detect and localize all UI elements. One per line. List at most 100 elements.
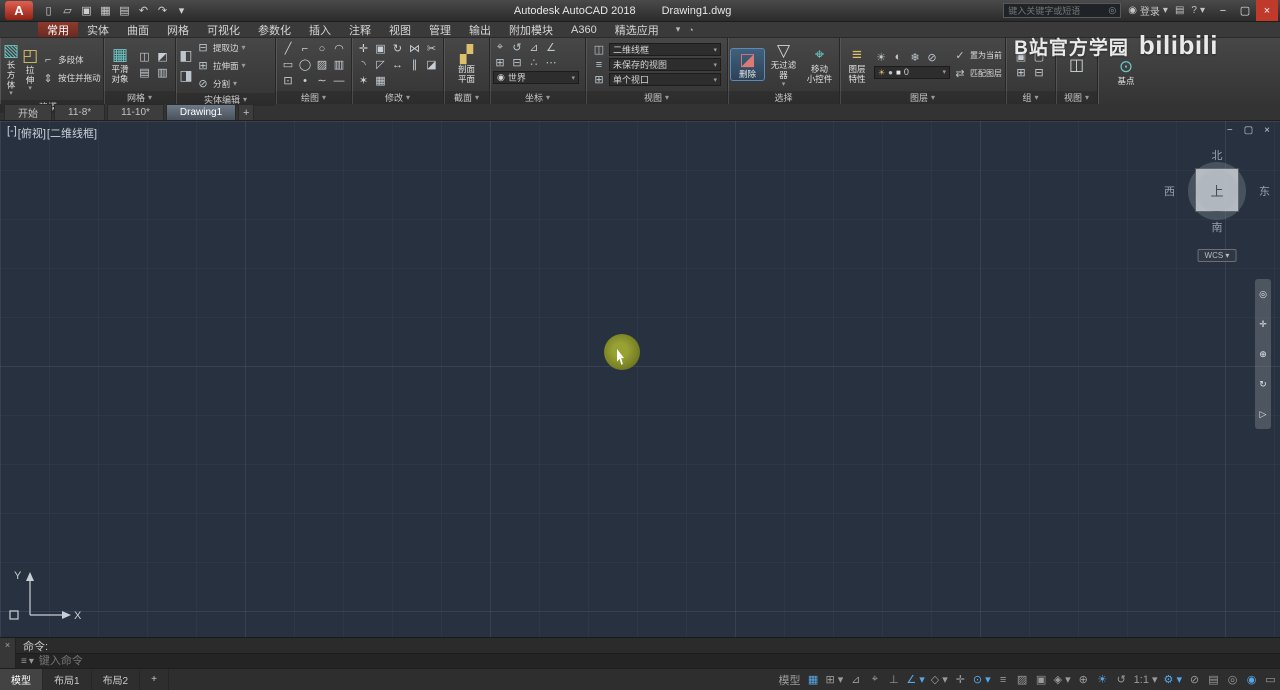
file-tab[interactable]: Drawing1 (165, 104, 237, 120)
app-store-button[interactable]: ▤ (1175, 5, 1184, 16)
viewcube-top-face[interactable]: 上 (1196, 169, 1238, 211)
viewport-view-control[interactable]: [俯视] (18, 125, 46, 141)
search-binoculars-icon[interactable]: ◎ (1108, 5, 1116, 16)
object-snap-icon[interactable]: ⊙ ▾ (970, 669, 994, 690)
box-button[interactable]: ▧ 长方体 ▾ (3, 40, 19, 98)
move-icon[interactable]: ✛ (355, 41, 372, 57)
lineweight-icon[interactable]: ≡ (994, 669, 1013, 690)
ungroup-icon[interactable]: ▢ (1031, 49, 1048, 65)
wcs-button[interactable]: WCS ▾ (1197, 249, 1237, 262)
erase-icon[interactable]: ◪ (423, 57, 440, 73)
new-file-icon[interactable]: ▯ (40, 3, 57, 19)
layout-tab[interactable]: 模型 (0, 669, 43, 690)
extrude-faces-row[interactable]: ⊞ 拉伸面 ▾ (196, 58, 245, 73)
rotate-icon[interactable]: ↻ (389, 41, 406, 57)
show-motion-icon[interactable]: ▷ (1260, 409, 1267, 420)
group-select-icon[interactable]: ⊟ (1031, 65, 1048, 81)
ucs-face-icon[interactable]: ⊿ (527, 41, 541, 54)
viewport-style-control[interactable]: [二维线框] (47, 125, 97, 141)
ucs-origin-icon[interactable]: ⊞ (493, 56, 507, 69)
save-icon[interactable]: ▣ (78, 3, 95, 19)
ellipse-icon[interactable]: ◯ (297, 57, 314, 73)
arc-icon[interactable]: ◠ (331, 41, 348, 57)
set-current-layer-button[interactable]: ✓ 置为当前 (953, 48, 1002, 63)
gizmo-button[interactable]: ⌖ 移动 小控件 (803, 44, 836, 85)
isolate-objects-icon[interactable]: ◎ (1223, 669, 1242, 690)
array-icon[interactable]: ▦ (372, 73, 389, 89)
ucs-icon[interactable]: ⌖ (493, 41, 507, 54)
scale-icon[interactable]: ◸ (372, 57, 389, 73)
doc-restore-button[interactable]: ▢ (1244, 125, 1253, 136)
panel-label-section[interactable]: 截面 ▾ (444, 91, 489, 104)
ucs-previous-icon[interactable]: ↺ (510, 41, 524, 54)
explode-icon[interactable]: ✶ (355, 73, 372, 89)
extract-edges-row[interactable]: ⊟ 提取边 ▾ (196, 40, 245, 55)
hatch-icon[interactable]: ▨ (314, 57, 331, 73)
fillet-icon[interactable]: ◝ (355, 57, 372, 73)
panel-label-groups[interactable]: 组 ▾ (1006, 91, 1055, 104)
panel-label-views[interactable]: 视图 ▾ (1056, 91, 1097, 104)
layer-dropdown[interactable]: ☀ ● ■ 0 ▾ (874, 65, 950, 79)
signin-button[interactable]: ◉ 登录 ▾ (1128, 3, 1168, 18)
command-line-grip[interactable]: × (0, 638, 16, 668)
annotation-visibility-icon[interactable]: ☀ (1093, 669, 1112, 690)
gradient-icon[interactable]: ▥ (331, 57, 348, 73)
panel-label-view[interactable]: 视图 ▾ (586, 91, 727, 104)
view-row-icon[interactable]: ≡ (592, 59, 606, 71)
selection-filter-button[interactable]: ▽ 无过滤器 ▾ (767, 40, 800, 89)
clean-screen-icon[interactable]: ▭ (1261, 669, 1280, 690)
quick-properties-icon[interactable]: ▤ (1204, 669, 1223, 690)
rectangle-icon[interactable]: ▭ (280, 57, 297, 73)
line-icon[interactable]: ╱ (280, 41, 297, 57)
copy-icon[interactable]: ▣ (372, 41, 389, 57)
layer-lock-icon[interactable]: ⊘ (925, 51, 939, 64)
minimize-button[interactable]: − (1212, 0, 1234, 21)
viewcube[interactable]: 北 上 西 东 南 WCS ▾ (1164, 145, 1270, 275)
erase-button[interactable]: ◪ 删除 (730, 48, 765, 81)
application-menu-button[interactable]: A (5, 1, 33, 20)
ribbon-tab[interactable]: 管理 (420, 22, 460, 37)
view-row-icon[interactable]: ⊞ (592, 73, 606, 86)
command-input[interactable] (38, 655, 339, 667)
open-file-icon[interactable]: ▱ (59, 3, 76, 19)
help-search-field[interactable]: ◎ (1003, 3, 1122, 18)
ribbon-tab[interactable]: 曲面 (118, 22, 158, 37)
ribbon-tab[interactable]: 实体 (78, 22, 118, 37)
viewcube-east[interactable]: 东 (1259, 183, 1270, 199)
qat-overflow-icon[interactable]: ▾ (173, 3, 190, 19)
layer-freeze-icon[interactable]: ❄ (908, 51, 922, 64)
boundary-icon[interactable]: ⊡ (280, 73, 297, 89)
ribbon-tab[interactable]: 网格 (158, 22, 198, 37)
dynamic-ucs-icon[interactable]: ⊕ (1074, 669, 1093, 690)
ribbon-tab[interactable]: 可视化 (198, 22, 249, 37)
viewport-menu-control[interactable]: [-] (7, 125, 17, 141)
polyline-icon[interactable]: ⌐ (297, 41, 314, 57)
command-customize-button[interactable]: ≡ ▾ (21, 656, 34, 667)
polar-tracking-icon[interactable]: ∠ ▾ (903, 669, 927, 690)
ribbon-tab[interactable]: 常用 (38, 22, 78, 37)
ribbon-tab[interactable]: A360 (562, 22, 606, 37)
panel-label-coordinates[interactable]: 坐标 ▾ (490, 91, 585, 104)
view-row-icon[interactable]: ◫ (592, 43, 606, 56)
layer-properties-button[interactable]: ≡ 图层 特性 (843, 44, 871, 85)
close-button[interactable]: × (1256, 0, 1278, 21)
redo-icon[interactable]: ↷ (154, 3, 171, 19)
extrude-button[interactable]: ◰ 拉伸 ▾ (22, 45, 38, 94)
layer-isolate-icon[interactable]: ◐ (891, 51, 905, 63)
section-plane-button[interactable]: ▞ 剖面 平面 (449, 44, 485, 85)
tab-overflow-icon[interactable]: ▾ (676, 24, 681, 35)
undo-icon[interactable]: ↶ (135, 3, 152, 19)
ribbon-tab[interactable]: 插入 (300, 22, 340, 37)
workspace-gear-icon[interactable]: ⚙ ▾ (1161, 669, 1185, 690)
ucs-object-icon[interactable]: ∠ (544, 41, 558, 54)
view-dropdown[interactable]: 未保存的视图 ▾ (609, 58, 721, 71)
ucs-world-dropdown[interactable]: ◉ 世界 ▾ (493, 71, 579, 84)
trim-icon[interactable]: ✂ (423, 41, 440, 57)
stretch-icon[interactable]: ↔ (389, 57, 406, 73)
viewcube-south[interactable]: 南 (1172, 219, 1262, 235)
pan-icon[interactable]: ✛ (1259, 319, 1267, 330)
view-dropdown[interactable]: 二维线框 ▾ (609, 43, 721, 56)
autoscale-icon[interactable]: ↺ (1112, 669, 1131, 690)
panel-label-mesh[interactable]: 网格 ▾ (104, 91, 175, 104)
maximize-button[interactable]: ▢ (1234, 0, 1256, 21)
